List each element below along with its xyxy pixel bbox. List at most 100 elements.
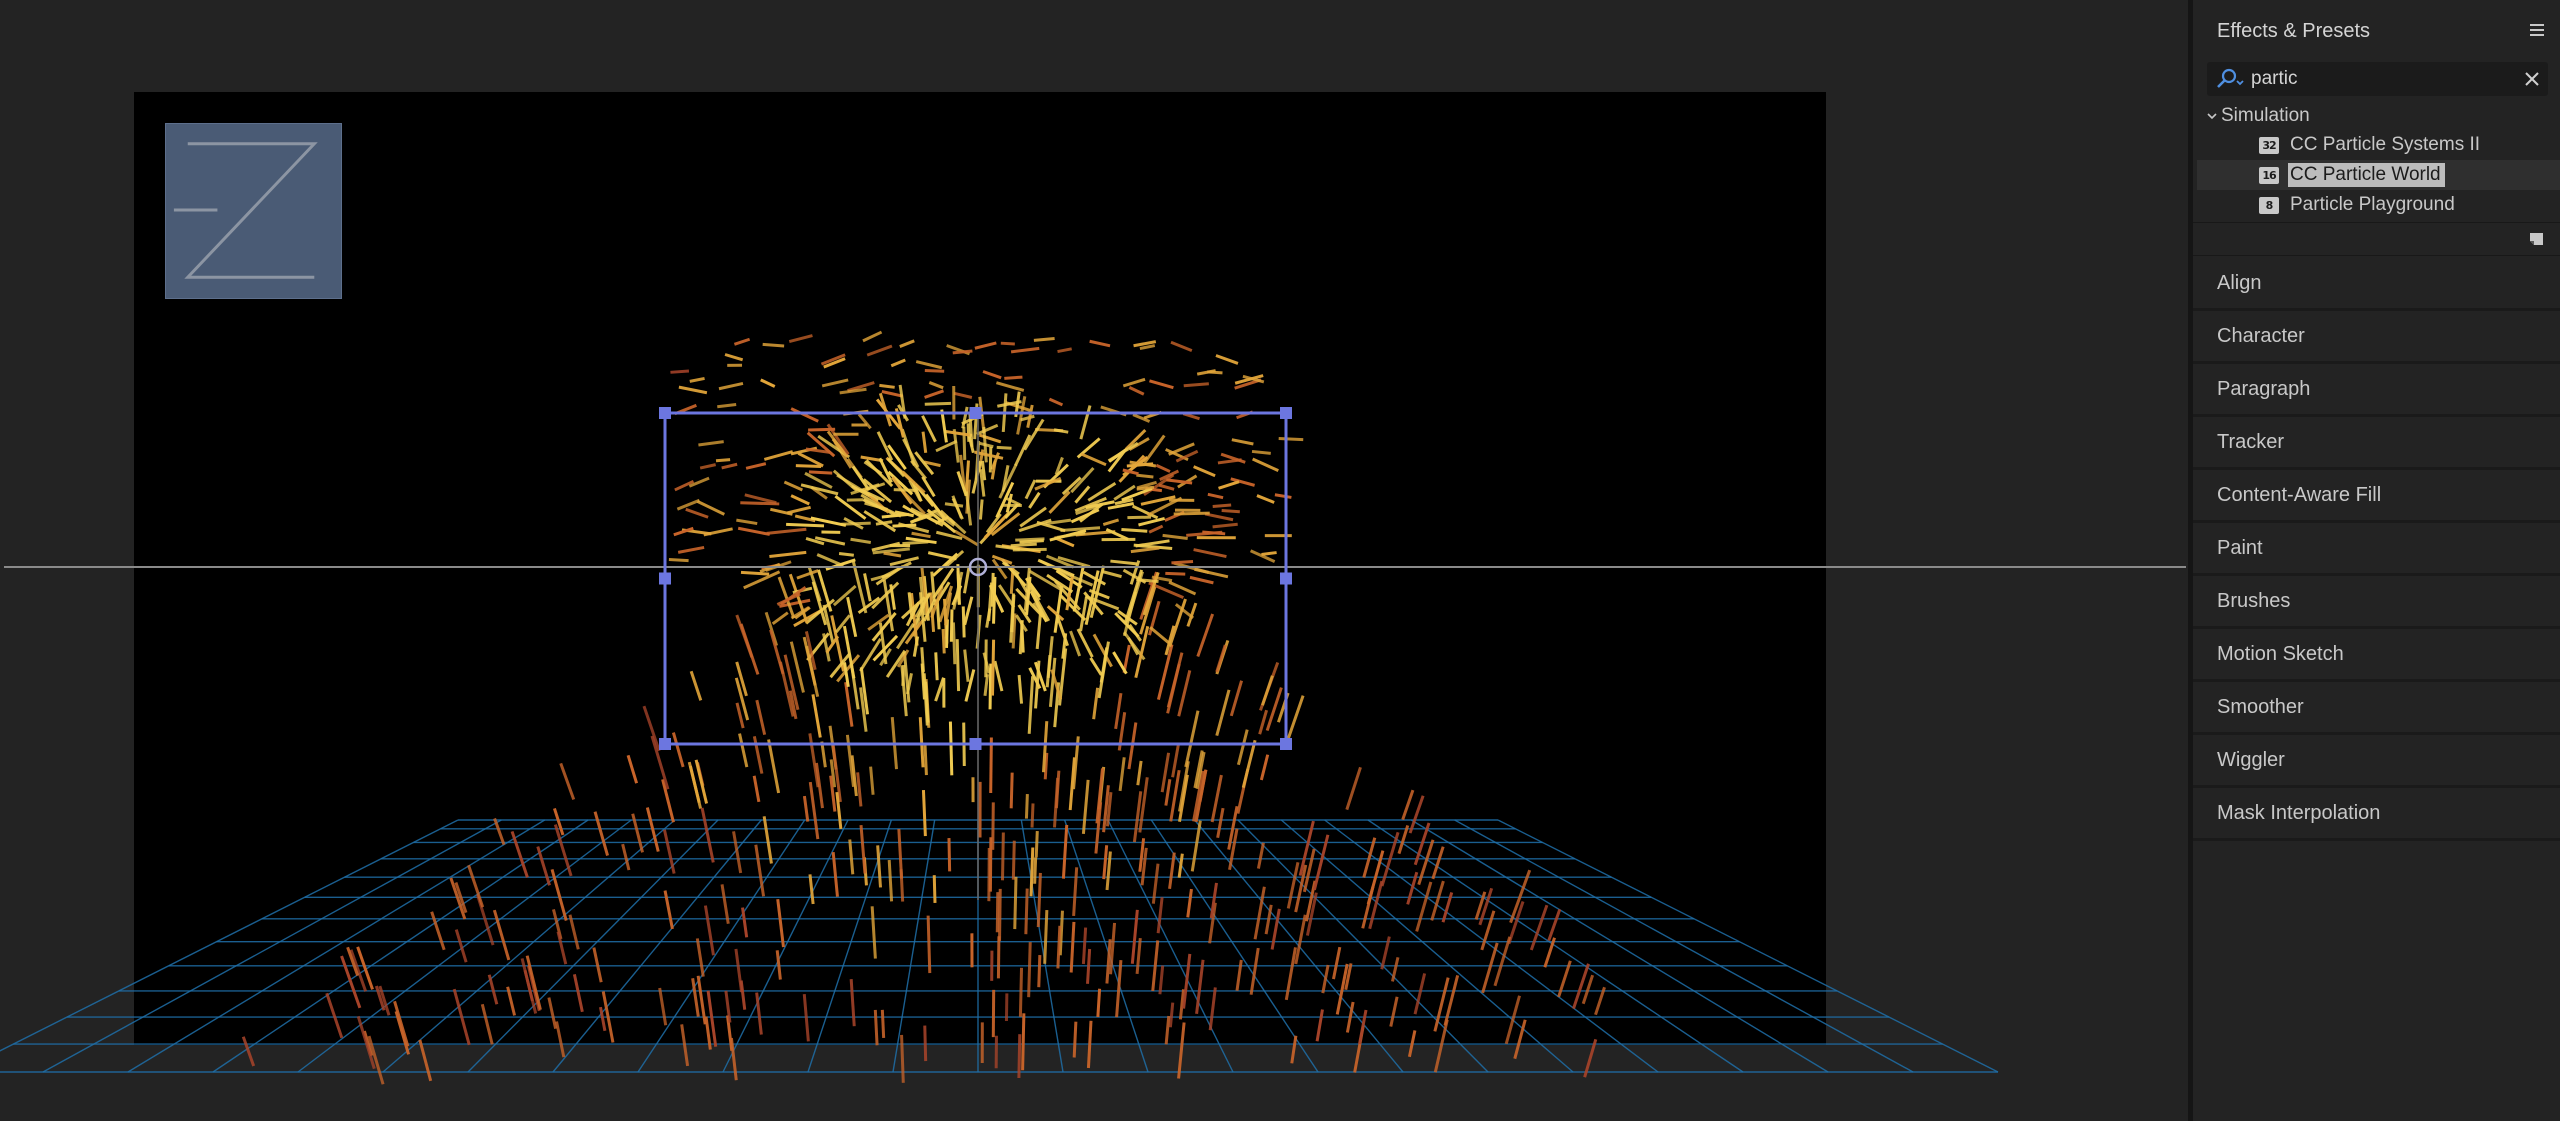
particle-streak bbox=[745, 462, 767, 470]
z-logo-icon bbox=[165, 123, 342, 299]
new-folder-icon[interactable] bbox=[2526, 229, 2546, 249]
particle-streak bbox=[1001, 832, 1005, 881]
particle-streak bbox=[988, 663, 993, 710]
particle-streak bbox=[974, 341, 997, 350]
panel-mask-interpolation[interactable]: Mask Interpolation bbox=[2193, 788, 2560, 841]
effect-bitdepth-icon: 16 bbox=[2259, 167, 2279, 184]
particle-streak bbox=[1164, 779, 1172, 806]
particle-streak bbox=[1037, 955, 1042, 988]
particle-streak bbox=[1014, 434, 1032, 467]
grid-line bbox=[1107, 819, 1234, 1073]
particle-streak bbox=[1135, 937, 1142, 975]
particle-streak bbox=[1430, 880, 1445, 921]
particle-streak bbox=[1182, 953, 1192, 1009]
particle-streak bbox=[741, 907, 749, 938]
transform-handle[interactable] bbox=[1280, 407, 1292, 419]
particle-streak bbox=[1056, 925, 1062, 969]
effect-item-cc-particle-world[interactable]: 16 CC Particle World bbox=[2197, 160, 2560, 190]
particle-streak bbox=[878, 392, 892, 427]
transform-handle[interactable] bbox=[1280, 738, 1292, 750]
particle-streak bbox=[1136, 473, 1154, 479]
particle-streak bbox=[1215, 689, 1231, 737]
particle-streak bbox=[1105, 851, 1112, 891]
particle-streak bbox=[663, 890, 674, 930]
transform-handle[interactable] bbox=[659, 407, 671, 419]
particle-streak bbox=[940, 409, 948, 443]
particle-streak bbox=[856, 772, 863, 807]
transform-handle[interactable] bbox=[1280, 572, 1292, 585]
effect-label: Particle Playground bbox=[2290, 194, 2455, 215]
panel-brushes[interactable]: Brushes bbox=[2193, 576, 2560, 629]
particle-streak bbox=[1107, 441, 1139, 463]
transform-handle[interactable] bbox=[659, 572, 671, 585]
particle-streak bbox=[1027, 942, 1032, 998]
particle-streak bbox=[559, 762, 576, 801]
panel-content-aware-fill[interactable]: Content-Aware Fill bbox=[2193, 470, 2560, 523]
particle-streak bbox=[1504, 995, 1521, 1045]
particle-streak bbox=[1212, 522, 1238, 529]
particle-streak bbox=[927, 551, 957, 561]
panel-motion-sketch[interactable]: Motion Sketch bbox=[2193, 629, 2560, 682]
panel-paragraph[interactable]: Paragraph bbox=[2193, 364, 2560, 417]
particle-streak bbox=[593, 811, 609, 856]
particle-streak bbox=[859, 824, 867, 874]
particle-streak bbox=[1284, 947, 1297, 1001]
panel-smoother[interactable]: Smoother bbox=[2193, 682, 2560, 735]
close-icon[interactable] bbox=[2522, 69, 2542, 89]
grid-line bbox=[212, 819, 589, 1073]
effect-item-particle-playground[interactable]: 8 Particle Playground bbox=[2197, 190, 2560, 220]
panel-paint[interactable]: Paint bbox=[2193, 523, 2560, 576]
particle-streak bbox=[862, 330, 883, 343]
transform-handle[interactable] bbox=[969, 407, 982, 419]
particle-streak bbox=[808, 733, 820, 788]
folder-simulation[interactable]: Simulation bbox=[2205, 102, 2310, 130]
particle-streak bbox=[1036, 872, 1042, 928]
particle-streak bbox=[880, 1009, 886, 1038]
particle-streak bbox=[762, 816, 773, 864]
panel-align[interactable]: Align bbox=[2193, 258, 2560, 311]
panel-wiggler[interactable]: Wiggler bbox=[2193, 735, 2560, 788]
particle-streak bbox=[1547, 908, 1562, 942]
panel-character[interactable]: Character bbox=[2193, 311, 2560, 364]
particle-streak bbox=[1168, 1002, 1175, 1028]
composition-viewer[interactable] bbox=[0, 0, 2188, 1121]
particle-streak bbox=[1186, 888, 1193, 918]
particle-streak bbox=[1235, 959, 1243, 991]
particle-streak bbox=[921, 790, 927, 837]
grid-line bbox=[1020, 819, 1064, 1073]
particle-streak bbox=[1321, 964, 1330, 994]
panel-label: Character bbox=[2217, 325, 2305, 347]
particle-streak bbox=[1202, 530, 1226, 536]
search-dropdown-icon[interactable] bbox=[2215, 67, 2247, 91]
chevron-down-icon[interactable] bbox=[2205, 109, 2219, 123]
particle-streak bbox=[755, 699, 767, 735]
panel-tracker[interactable]: Tracker bbox=[2193, 417, 2560, 470]
particle-streak bbox=[1183, 382, 1209, 388]
effect-item-cc-particle-systems-ii[interactable]: 32 CC Particle Systems II bbox=[2197, 130, 2560, 160]
particle-streak bbox=[1274, 493, 1292, 499]
particle-streak bbox=[668, 557, 689, 563]
particle-streak bbox=[738, 733, 749, 768]
grid-line bbox=[297, 819, 632, 1073]
particle-streak bbox=[923, 743, 928, 776]
particle-streak bbox=[1046, 605, 1065, 622]
particle-streak bbox=[572, 973, 584, 1013]
hamburger-icon[interactable] bbox=[2528, 22, 2546, 38]
search-field[interactable] bbox=[2207, 62, 2548, 96]
particle-streak bbox=[739, 980, 747, 1010]
particle-streak bbox=[1092, 687, 1100, 720]
particle-streak bbox=[1149, 626, 1171, 645]
particle-streak bbox=[1034, 830, 1039, 858]
transform-handle[interactable] bbox=[659, 738, 671, 750]
particle-streak bbox=[1204, 512, 1234, 522]
particle-streak bbox=[1193, 548, 1227, 559]
particle-streak bbox=[467, 864, 485, 908]
particle-streak bbox=[1164, 1015, 1171, 1045]
search-input[interactable] bbox=[2251, 62, 2501, 96]
particle-streak bbox=[1109, 922, 1117, 975]
transform-handle[interactable] bbox=[969, 738, 982, 750]
particle-streak bbox=[935, 439, 958, 453]
particle-streak bbox=[735, 661, 748, 697]
particle-streak bbox=[393, 1000, 410, 1047]
particle-streak bbox=[1102, 845, 1109, 880]
